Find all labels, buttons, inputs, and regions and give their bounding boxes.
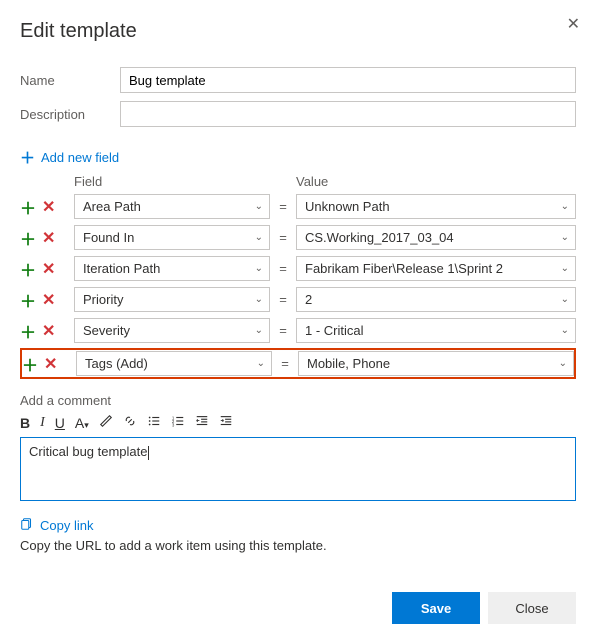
value-select-value: 2 [305, 292, 312, 307]
underline-button[interactable]: U [55, 415, 65, 431]
text-cursor [148, 446, 149, 460]
chevron-down-icon: ⌄ [559, 358, 567, 369]
field-select-value: Priority [83, 292, 123, 307]
remove-row-icon[interactable]: ✕ [42, 228, 55, 248]
field-select-value: Iteration Path [83, 261, 160, 276]
field-select[interactable]: Found In ⌄ [74, 225, 270, 250]
field-select-value: Found In [83, 230, 134, 245]
value-select[interactable]: Mobile, Phone ⌄ [298, 351, 574, 376]
value-select-value: Unknown Path [305, 199, 390, 214]
dialog-title: Edit template [20, 20, 576, 43]
add-row-icon[interactable]: ＋ [20, 319, 36, 343]
equals-label: = [272, 356, 298, 371]
add-row-icon[interactable]: ＋ [20, 195, 36, 219]
plus-icon: ＋ [20, 147, 35, 168]
remove-row-icon[interactable]: ✕ [42, 259, 55, 279]
value-select[interactable]: 2⌄ [296, 287, 576, 312]
value-header: Value [296, 174, 576, 189]
value-select-value: Fabrikam Fiber\Release 1\Sprint 2 [305, 261, 503, 276]
chevron-down-icon: ⌄ [561, 201, 569, 212]
field-select-value: Area Path [83, 199, 141, 214]
add-row-icon[interactable]: ＋ [20, 288, 36, 312]
remove-row-icon[interactable]: ✕ [42, 197, 55, 217]
field-row: ＋✕Priority⌄=2⌄ [20, 286, 576, 313]
value-select-value: CS.Working_2017_03_04 [305, 230, 454, 245]
outdent-button[interactable] [195, 414, 209, 431]
value-select-value: Mobile, Phone [307, 356, 390, 371]
chevron-down-icon: ⌄ [255, 325, 263, 336]
chevron-down-icon: ⌄ [255, 294, 263, 305]
description-label: Description [20, 107, 120, 122]
field-row: ＋ ✕ Severity ⌄ = 1 - Critical ⌄ [20, 317, 576, 344]
name-label: Name [20, 73, 120, 88]
chevron-down-icon: ⌄ [561, 263, 569, 274]
chevron-down-icon: ⌄ [561, 325, 569, 336]
indent-button[interactable] [219, 414, 233, 431]
add-row-icon[interactable]: ＋ [20, 257, 36, 281]
equals-label: = [270, 199, 296, 214]
comment-toolbar: B I U A▾ 123 [20, 412, 576, 433]
equals-label: = [270, 261, 296, 276]
equals-label: = [270, 323, 296, 338]
italic-button[interactable]: I [40, 415, 45, 431]
comment-label: Add a comment [20, 393, 576, 408]
field-select[interactable]: Severity ⌄ [74, 318, 270, 343]
link-button[interactable] [123, 414, 137, 431]
field-select[interactable]: Area Path ⌄ [74, 194, 270, 219]
chevron-down-icon: ⌄ [561, 294, 569, 305]
add-row-icon[interactable]: ＋ [20, 226, 36, 250]
add-new-field-link[interactable]: ＋ Add new field [20, 147, 119, 168]
field-select[interactable]: Iteration Path ⌄ [74, 256, 270, 281]
field-header: Field [74, 174, 270, 189]
remove-row-icon[interactable]: ✕ [44, 354, 57, 374]
name-input[interactable] [120, 67, 576, 93]
field-row: ＋ ✕ Area Path ⌄ = Unknown Path ⌄ [20, 193, 576, 220]
value-select[interactable]: CS.Working_2017_03_04 ⌄ [296, 225, 576, 250]
remove-row-icon[interactable]: ✕ [42, 321, 55, 341]
equals-label: = [270, 230, 296, 245]
bullet-list-button[interactable] [147, 414, 161, 431]
comment-input[interactable]: Critical bug template [20, 437, 576, 501]
field-select[interactable]: Priority ⌄ [74, 287, 270, 312]
value-select[interactable]: Fabrikam Fiber\Release 1\Sprint 2 ⌄ [296, 256, 576, 281]
value-select[interactable]: Unknown Path ⌄ [296, 194, 576, 219]
font-color-button[interactable]: A▾ [75, 415, 89, 431]
chevron-down-icon: ⌄ [561, 232, 569, 243]
remove-row-icon[interactable]: ✕ [42, 290, 55, 310]
grid-header: Field Value [20, 174, 576, 189]
copy-link-hint: Copy the URL to add a work item using th… [20, 538, 576, 553]
chevron-down-icon: ⌄ [255, 201, 263, 212]
field-select[interactable]: Tags (Add) ⌄ [76, 351, 272, 376]
add-row-icon[interactable]: ＋ [22, 352, 38, 376]
copy-link-label: Copy link [40, 518, 93, 533]
chevron-down-icon: ⌄ [255, 263, 263, 274]
equals-label: = [270, 292, 296, 307]
value-select-value: 1 - Critical [305, 323, 364, 338]
clear-format-button[interactable] [99, 414, 113, 431]
save-button[interactable]: Save [392, 592, 480, 624]
numbered-list-button[interactable]: 123 [171, 414, 185, 431]
comment-text: Critical bug template [29, 444, 148, 459]
field-row: ＋ ✕ Found In ⌄ = CS.Working_2017_03_04 ⌄ [20, 224, 576, 251]
close-button[interactable]: Close [488, 592, 576, 624]
field-row: ＋ ✕ Tags (Add) ⌄ = Mobile, Phone ⌄ [20, 348, 576, 379]
add-new-field-label: Add new field [41, 150, 119, 165]
field-row: ＋✕Iteration Path⌄=Fabrikam Fiber\Release… [20, 255, 576, 282]
chevron-down-icon: ⌄ [257, 358, 265, 369]
chevron-down-icon: ⌄ [255, 232, 263, 243]
copy-link-button[interactable]: Copy link [20, 517, 93, 534]
description-input[interactable] [120, 101, 576, 127]
value-select[interactable]: 1 - Critical ⌄ [296, 318, 576, 343]
copy-icon [20, 517, 34, 534]
field-select-value: Severity [83, 323, 130, 338]
svg-text:3: 3 [172, 422, 175, 427]
close-icon[interactable]: ✕ [567, 14, 580, 34]
field-select-value: Tags (Add) [85, 356, 148, 371]
bold-button[interactable]: B [20, 415, 30, 431]
